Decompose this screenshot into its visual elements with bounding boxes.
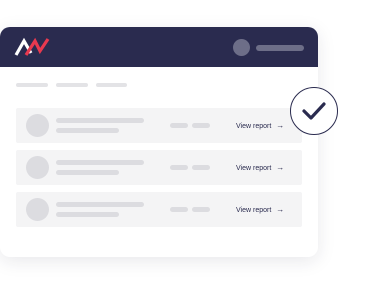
breadcrumb-item[interactable]	[16, 83, 48, 87]
row-subtitle-placeholder	[56, 212, 119, 217]
breadcrumb-item[interactable]	[56, 83, 88, 87]
row-meta-placeholder	[192, 207, 210, 212]
checkmark-icon	[302, 102, 326, 120]
view-report-label: View report	[236, 206, 272, 214]
success-badge	[290, 87, 338, 135]
arrow-right-icon: →	[276, 121, 285, 130]
user-name-placeholder	[256, 45, 304, 51]
row-title-placeholder	[56, 202, 144, 207]
view-report-link[interactable]: View report →	[236, 162, 284, 174]
row-title-placeholder	[56, 118, 144, 123]
row-meta-placeholder	[192, 165, 210, 170]
top-bar	[0, 27, 318, 67]
table-row[interactable]: View report →	[16, 108, 302, 143]
view-report-link[interactable]: View report →	[236, 204, 284, 216]
row-avatar	[26, 156, 49, 179]
brand-logo-icon[interactable]	[14, 36, 50, 58]
table-row[interactable]: View report →	[16, 150, 302, 185]
row-meta-placeholder	[192, 123, 210, 128]
row-meta-placeholder	[170, 207, 188, 212]
view-report-link[interactable]: View report →	[236, 120, 284, 132]
row-meta-placeholder	[170, 123, 188, 128]
row-avatar	[26, 198, 49, 221]
row-subtitle-placeholder	[56, 170, 119, 175]
row-title-placeholder	[56, 160, 144, 165]
arrow-right-icon: →	[276, 205, 285, 214]
row-avatar	[26, 114, 49, 137]
view-report-label: View report	[236, 122, 272, 130]
breadcrumb-item[interactable]	[96, 83, 127, 87]
arrow-right-icon: →	[276, 163, 285, 172]
table-row[interactable]: View report →	[16, 192, 302, 227]
view-report-label: View report	[236, 164, 272, 172]
row-meta-placeholder	[170, 165, 188, 170]
row-subtitle-placeholder	[56, 128, 119, 133]
dashboard-window: View report → View report → View report …	[0, 27, 318, 257]
user-avatar-icon[interactable]	[233, 39, 250, 56]
